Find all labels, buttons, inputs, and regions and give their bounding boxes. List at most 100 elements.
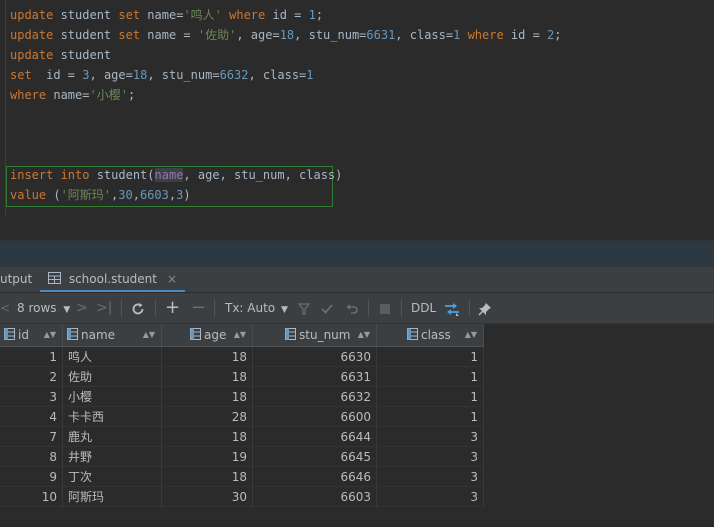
table-row[interactable]: 2 佐助 18 6631 1 [0,367,484,387]
cell-class[interactable]: 3 [377,487,484,507]
code-token: ( [46,188,61,202]
code-line[interactable]: update student [10,45,562,65]
table-row[interactable]: 4 卡卡西 28 6600 1 [0,407,484,427]
code-token: value [10,188,47,202]
code-token: '鸣人' [183,8,222,22]
cell-stu_num[interactable]: 6646 [253,467,377,487]
cell-id[interactable]: 2 [0,367,63,387]
column-header-class[interactable]: class ▲▼ [377,324,484,346]
tab-school-student[interactable]: school.student × [40,267,185,292]
cell-age[interactable]: 28 [162,407,253,427]
code-token: name= [140,8,184,22]
cell-name[interactable]: 鹿丸 [63,427,162,447]
code-token: update [10,8,54,22]
close-icon[interactable]: × [167,272,177,286]
sort-icon[interactable]: ▲▼ [234,324,246,346]
code-line[interactable] [10,105,562,125]
cell-age[interactable]: 19 [162,447,253,467]
results-grid[interactable]: id ▲▼ name ▲▼ age ▲▼ stu_num ▲▼ class ▲▼ 1 鸣人 18 6630… [0,324,484,507]
cell-name[interactable]: 鸣人 [63,347,162,367]
cell-age[interactable]: 18 [162,427,253,447]
cell-class[interactable]: 3 [377,447,484,467]
cell-id[interactable]: 9 [0,467,63,487]
cell-name[interactable]: 佐助 [63,367,162,387]
code-line[interactable] [10,145,562,165]
cell-stu_num[interactable]: 6600 [253,407,377,427]
cell-name[interactable]: 阿斯玛 [63,487,162,507]
cell-stu_num[interactable]: 6630 [253,347,377,367]
cell-stu_num[interactable]: 6603 [253,487,377,507]
column-icon [285,325,296,347]
table-row[interactable]: 3 小樱 18 6632 1 [0,387,484,407]
cell-age[interactable]: 18 [162,467,253,487]
sort-icon[interactable]: ▲▼ [358,324,370,346]
cell-stu_num[interactable]: 6645 [253,447,377,467]
code-line[interactable]: update student set name = '佐助', age=18, … [10,25,562,45]
table-row[interactable]: 9 丁次 18 6646 3 [0,467,484,487]
column-header-id[interactable]: id ▲▼ [0,324,63,346]
refresh-icon[interactable] [131,293,145,323]
cell-id[interactable]: 8 [0,447,63,467]
cell-stu_num[interactable]: 6632 [253,387,377,407]
column-header-stu_num[interactable]: stu_num ▲▼ [253,324,377,346]
last-page-icon[interactable]: >| [96,293,112,323]
column-header-age[interactable]: age ▲▼ [162,324,253,346]
cell-age[interactable]: 30 [162,487,253,507]
compare-icon[interactable] [443,293,461,323]
code-token: id = [503,28,548,42]
pin-icon[interactable] [478,293,492,323]
cell-id[interactable]: 1 [0,347,63,367]
sql-editor[interactable]: update student set name='鸣人' where id = … [0,0,714,216]
commit-settings-icon[interactable] [297,293,311,323]
table-row[interactable]: 1 鸣人 18 6630 1 [0,347,484,367]
cell-name[interactable]: 丁次 [63,467,162,487]
cell-stu_num[interactable]: 6644 [253,427,377,447]
cell-name[interactable]: 卡卡西 [63,407,162,427]
cell-age[interactable]: 18 [162,367,253,387]
tab-output[interactable]: utput [0,267,32,292]
cell-name[interactable]: 井野 [63,447,162,467]
cell-id[interactable]: 3 [0,387,63,407]
first-page-icon[interactable]: < [0,293,10,323]
add-row-icon[interactable]: + [165,293,180,323]
rows-count-dropdown[interactable]: 8 rows ▼ [17,293,70,323]
table-row[interactable]: 7 鹿丸 18 6644 3 [0,427,484,447]
code-line[interactable]: value ('阿斯玛',30,6603,3) [10,185,562,205]
table-row[interactable]: 10 阿斯玛 30 6603 3 [0,487,484,507]
cell-age[interactable]: 18 [162,347,253,367]
stop-icon[interactable] [379,293,391,323]
cell-class[interactable]: 1 [377,367,484,387]
cell-class[interactable]: 1 [377,347,484,367]
sort-icon[interactable]: ▲▼ [143,324,155,346]
rollback-icon[interactable] [345,293,359,323]
ddl-button[interactable]: DDL [411,293,436,323]
cell-class[interactable]: 1 [377,407,484,427]
column-header-name[interactable]: name ▲▼ [63,324,162,346]
cell-id[interactable]: 10 [0,487,63,507]
code-token: '佐助' [197,28,237,42]
next-page-icon[interactable]: > [76,293,88,323]
cell-age[interactable]: 18 [162,387,253,407]
sort-icon[interactable]: ▲▼ [44,324,56,346]
code-area[interactable]: update student set name='鸣人' where id = … [10,5,562,205]
code-line[interactable]: where name='小樱'; [10,85,562,105]
commit-check-icon[interactable] [320,293,334,323]
code-line[interactable]: set id = 3, age=18, stu_num=6632, class=… [10,65,562,85]
rows-count-label: 8 rows [17,301,57,315]
code-line[interactable]: update student set name='鸣人' where id = … [10,5,562,25]
sort-icon[interactable]: ▲▼ [465,324,477,346]
delete-row-icon[interactable]: − [191,293,206,323]
code-line[interactable]: insert into student(name, age, stu_num, … [10,165,562,185]
cell-name[interactable]: 小樱 [63,387,162,407]
table-row[interactable]: 8 井野 19 6645 3 [0,447,484,467]
cell-class[interactable]: 1 [377,387,484,407]
services-splitter[interactable] [0,241,714,267]
toolbar-divider [368,300,369,316]
cell-class[interactable]: 3 [377,427,484,447]
tx-mode-dropdown[interactable]: Tx: Auto ▼ [225,293,288,323]
code-line[interactable] [10,125,562,145]
cell-stu_num[interactable]: 6631 [253,367,377,387]
cell-id[interactable]: 4 [0,407,63,427]
cell-class[interactable]: 3 [377,467,484,487]
cell-id[interactable]: 7 [0,427,63,447]
